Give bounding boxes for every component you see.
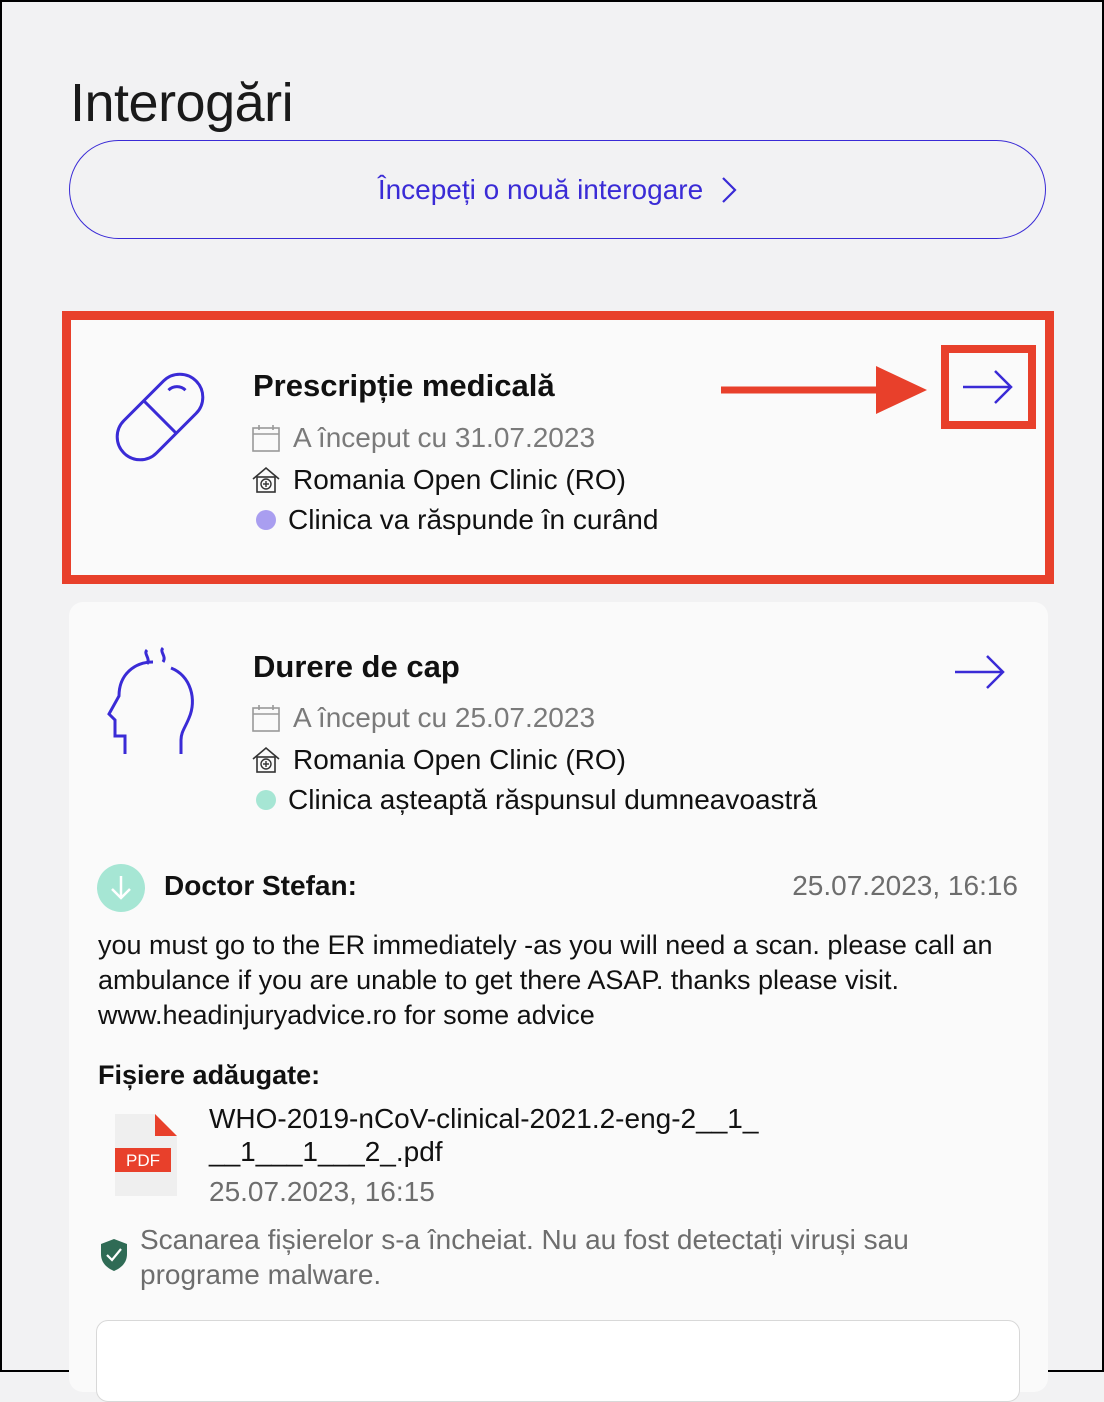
- message-body: you must go to the ER immediately -as yo…: [98, 930, 993, 1030]
- start-date: A început cu 31.07.2023: [251, 422, 595, 454]
- inquiry-card-headache[interactable]: Durere de cap A început cu 25.07.2023 Ro…: [69, 602, 1048, 1402]
- status-text: Clinica va răspunde în curând: [288, 504, 659, 535]
- card-title: Prescripție medicală: [253, 368, 555, 403]
- start-date-text: A început cu 25.07.2023: [293, 702, 596, 733]
- new-inquiry-button[interactable]: Începeți o nouă interogare: [69, 140, 1046, 239]
- message-author: Doctor Stefan:: [164, 870, 357, 901]
- inquiry-card-prescription[interactable]: Prescripție medicală A început cu 31.07.…: [62, 311, 1054, 584]
- arrow-down-icon: [111, 876, 131, 900]
- clinic-icon: [252, 746, 280, 773]
- status-text: Clinica așteaptă răspunsul dumneavoastră: [288, 784, 818, 815]
- open-inquiry-arrow-button[interactable]: [941, 345, 1036, 429]
- clinic-text: Romania Open Clinic (RO): [293, 744, 626, 775]
- clinic: Romania Open Clinic (RO): [251, 464, 626, 496]
- files-label: Fișiere adăugate:: [98, 1060, 321, 1090]
- new-inquiry-label: Începeți o nouă interogare: [377, 173, 704, 205]
- scan-notice: Scanarea fișierelor s-a încheiat. Nu au …: [140, 1224, 909, 1290]
- message-time: 25.07.2023, 16:16: [792, 870, 1018, 901]
- card-title: Durere de cap: [253, 649, 460, 684]
- file-time: 25.07.2023, 16:15: [209, 1176, 435, 1207]
- status-dot: [256, 790, 276, 810]
- chevron-right-icon: [722, 176, 737, 203]
- clinic-icon: [252, 466, 280, 493]
- file-name[interactable]: WHO-2019-nCoV-clinical-2021.2-eng-2__1__…: [209, 1102, 769, 1168]
- shield-check-icon: [101, 1239, 127, 1271]
- clinic: Romania Open Clinic (RO): [251, 744, 626, 776]
- reply-box[interactable]: [96, 1320, 1020, 1402]
- annotation-arrow: [721, 366, 927, 414]
- head-icon: [107, 646, 194, 754]
- start-date-text: A început cu 31.07.2023: [293, 422, 596, 453]
- arrow-right-icon: [963, 370, 1013, 404]
- status: Clinica va răspunde în curând: [256, 504, 658, 536]
- status: Clinica așteaptă răspunsul dumneavoastră: [256, 784, 817, 816]
- start-date: A început cu 25.07.2023: [251, 702, 595, 734]
- calendar-icon: [252, 425, 280, 452]
- pill-icon: [115, 372, 205, 462]
- pdf-label: PDF: [126, 1151, 160, 1170]
- calendar-icon: [252, 705, 280, 732]
- page-title: Interogări: [70, 73, 294, 134]
- doctor-avatar: [97, 864, 145, 912]
- clinic-text: Romania Open Clinic (RO): [293, 464, 626, 495]
- status-dot: [256, 510, 276, 530]
- arrow-right-icon[interactable]: [953, 652, 1007, 692]
- pdf-file-icon: PDF: [115, 1114, 177, 1196]
